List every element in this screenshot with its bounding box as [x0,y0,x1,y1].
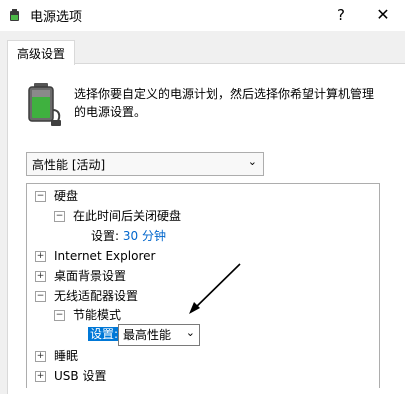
collapse-icon[interactable]: − [54,211,65,222]
power-saving-select[interactable]: 最高性能 ⌄ [118,324,200,346]
window-title: 电源选项 [30,10,83,25]
setting-label-selected: 设置: [88,327,121,341]
setting-label: 设置: [91,229,120,243]
power-options-icon [10,9,19,21]
tree-item-disk-setting[interactable]: 设置: 30 分钟 [91,226,166,246]
tree-item-turn-off-disk[interactable]: − 在此时间后关闭硬盘 [54,206,181,226]
expand-icon[interactable]: + [35,271,46,282]
tree-item-hard-disk[interactable]: − 硬盘 [35,186,78,206]
collapse-icon[interactable]: − [35,291,46,302]
power-plan-value: 高性能 [活动] [32,158,106,172]
tree-item-usb[interactable]: + USB 设置 [35,366,106,386]
tab-label: 高级设置 [17,47,66,61]
settings-tree[interactable]: − 硬盘 − 在此时间后关闭硬盘 设置: 30 分钟 + Internet Explo… [26,183,380,388]
tree-item-wireless-adapter[interactable]: − 无线适配器设置 [35,286,138,306]
help-button[interactable]: ? [330,4,352,26]
power-saving-value: 最高性能 [123,328,172,342]
expand-icon[interactable]: + [35,351,46,362]
expand-icon[interactable]: + [35,371,46,382]
close-button[interactable]: ✕ [370,4,396,26]
collapse-icon[interactable]: − [35,191,46,202]
tab-advanced-settings[interactable]: 高级设置 [7,40,75,65]
chevron-down-icon: ⌄ [247,155,257,168]
battery-plug-icon [28,83,61,126]
tree-item-internet-explorer[interactable]: + Internet Explorer [35,246,155,266]
power-plan-select[interactable]: 高性能 [活动] ⌄ [26,152,264,176]
tree-item-power-saving-mode[interactable]: − 节能模式 [54,305,121,325]
chevron-down-icon: ⌄ [185,326,195,339]
tree-item-sleep[interactable]: + 睡眠 [35,346,78,366]
tree-item-power-saving-setting[interactable]: 设置: [88,324,121,344]
disk-timeout-link[interactable]: 30 分钟 [123,229,166,243]
expand-icon[interactable]: + [35,251,46,262]
description-text: 选择你要自定义的电源计划，然后选择你希望计算机管理的电源设置。 [74,87,375,119]
tree-item-desktop-background[interactable]: + 桌面背景设置 [35,266,126,286]
collapse-icon[interactable]: − [54,310,65,321]
title-bar: 电源选项 ? ✕ [0,0,405,31]
